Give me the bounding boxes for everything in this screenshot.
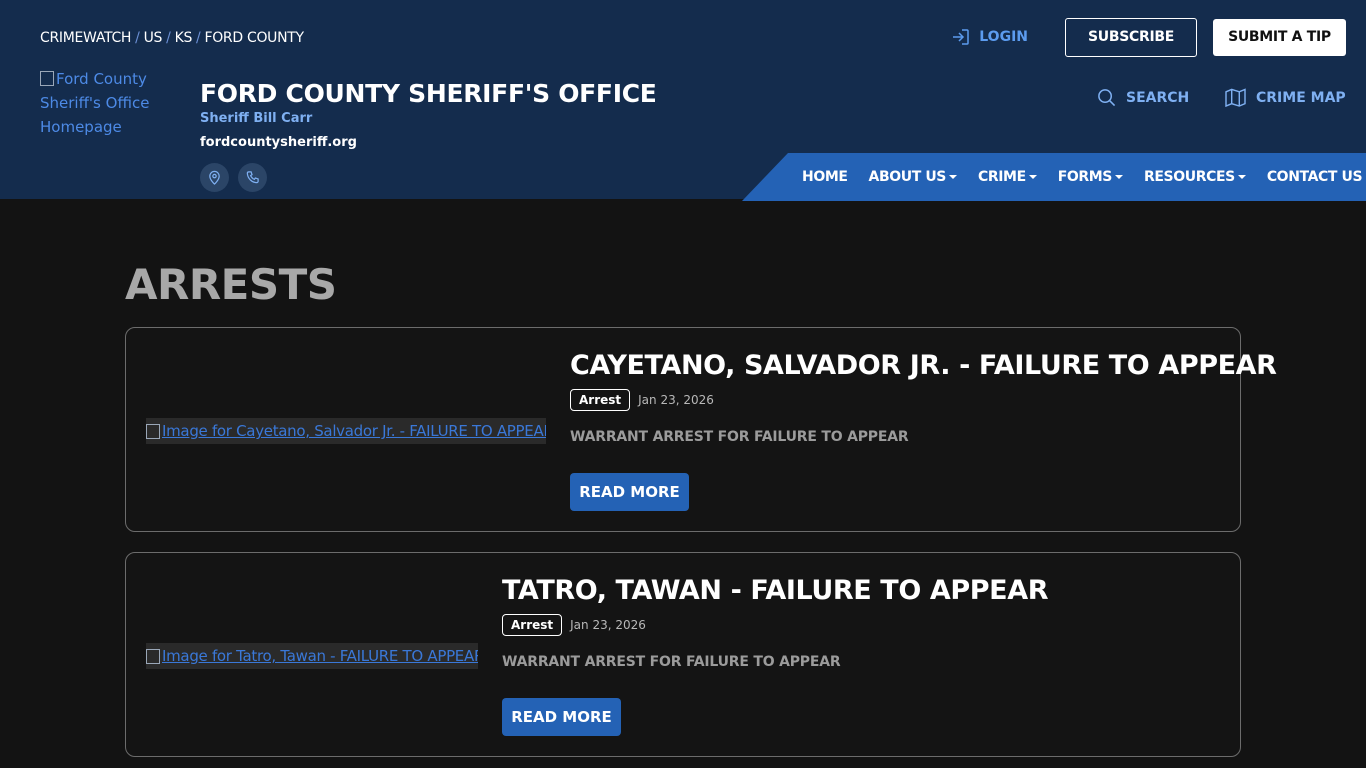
caret-down-icon [1237, 175, 1246, 179]
nav-home[interactable]: HOME [802, 169, 848, 185]
arrest-description: WARRANT ARREST FOR FAILURE TO APPEAR [570, 429, 909, 445]
nav-forms[interactable]: FORMS [1058, 169, 1123, 185]
caret-down-icon [1115, 175, 1123, 179]
page-title: ARRESTS [125, 260, 337, 309]
broken-image-icon [40, 71, 54, 86]
breadcrumb-crimewatch[interactable]: CRIMEWATCH [40, 30, 131, 46]
arrest-image-link[interactable]: Image for Cayetano, Salvador Jr. - FAILU… [146, 418, 546, 444]
read-more-button[interactable]: READ MORE [502, 698, 621, 736]
breadcrumb-separator: / [196, 30, 201, 46]
nav-crime[interactable]: CRIME [978, 169, 1037, 185]
subscribe-button[interactable]: SUBSCRIBE [1065, 17, 1197, 57]
arrest-card: Image for Tatro, Tawan - FAILURE TO APPE… [125, 552, 1241, 757]
sheriff-name: Sheriff Bill Carr [200, 111, 313, 126]
nav-about-us-label: ABOUT US [868, 169, 947, 185]
arrest-description: WARRANT ARREST FOR FAILURE TO APPEAR [502, 654, 841, 670]
crime-map-link[interactable]: CRIME MAP [1225, 88, 1346, 107]
caret-down-icon [1028, 175, 1037, 179]
arrest-image-alt: Image for Cayetano, Salvador Jr. - FAILU… [162, 422, 546, 440]
search-icon [1098, 89, 1116, 107]
nav-crime-label: CRIME [977, 169, 1026, 185]
arrest-image-alt: Image for Tatro, Tawan - FAILURE TO APPE… [162, 647, 478, 665]
nav-home-label: HOME [802, 169, 848, 185]
location-button[interactable] [200, 163, 229, 192]
arrest-badge: Arrest [502, 614, 563, 636]
broken-image-icon [146, 648, 160, 664]
arrest-badge: Arrest [570, 389, 631, 411]
map-pin-icon [209, 170, 220, 185]
logo-link[interactable]: Ford County Sheriff's Office Homepage [40, 67, 165, 139]
phone-button[interactable] [238, 163, 267, 192]
phone-icon [246, 171, 259, 184]
breadcrumb-us[interactable]: US [144, 30, 163, 46]
breadcrumb-ks[interactable]: KS [175, 30, 193, 46]
arrest-meta: Arrest Jan 23, 2026 [502, 614, 646, 636]
nav-resources-label: RESOURCES [1144, 169, 1235, 185]
arrest-image-link[interactable]: Image for Tatro, Tawan - FAILURE TO APPE… [146, 643, 478, 669]
read-more-button[interactable]: READ MORE [570, 473, 689, 511]
arrest-meta: Arrest Jan 23, 2026 [570, 389, 714, 411]
caret-down-icon [948, 175, 957, 179]
crime-map-label: CRIME MAP [1256, 89, 1346, 106]
arrest-title[interactable]: CAYETANO, SALVADOR JR. - FAILURE TO APPE… [570, 350, 1277, 381]
breadcrumb: CRIMEWATCH / US / KS / FORD COUNTY [40, 30, 304, 46]
nav-resources[interactable]: RESOURCES [1144, 169, 1246, 185]
login-icon [953, 29, 969, 45]
login-link[interactable]: LOGIN [951, 27, 1028, 47]
search-label: SEARCH [1126, 89, 1190, 106]
map-icon [1225, 88, 1246, 107]
arrest-date: Jan 23, 2026 [570, 618, 646, 632]
site-title: FORD COUNTY SHERIFF'S OFFICE [200, 79, 657, 108]
arrest-card: Image for Cayetano, Salvador Jr. - FAILU… [125, 327, 1277, 532]
arrest-title[interactable]: TATRO, TAWAN - FAILURE TO APPEAR [502, 575, 1048, 606]
site-url: fordcountysheriff.org [200, 135, 357, 150]
logo-alt-text: Ford County Sheriff's Office Homepage [40, 70, 150, 136]
breadcrumb-ford-county[interactable]: FORD COUNTY [204, 30, 304, 46]
broken-image-icon [146, 423, 160, 439]
login-label: LOGIN [979, 29, 1028, 45]
breadcrumb-separator: / [166, 30, 171, 46]
nav-contact-us[interactable]: CONTACT US [1266, 169, 1363, 185]
main-nav: HOME ABOUT US CRIME FORMS RESOURCES CONT… [742, 153, 1366, 201]
nav-about-us[interactable]: ABOUT US [869, 169, 957, 185]
search-link[interactable]: SEARCH [1097, 88, 1189, 107]
breadcrumb-separator: / [135, 30, 140, 46]
nav-forms-label: FORMS [1057, 169, 1113, 185]
top-actions: LOGIN SUBSCRIBE SUBMIT A TIP [951, 17, 1346, 57]
nav-contact-us-label: CONTACT US [1266, 169, 1363, 185]
site-header: CRIMEWATCH / US / KS / FORD COUNTY LOGIN SUBSC… [0, 0, 1366, 201]
arrest-date: Jan 23, 2026 [638, 393, 714, 407]
submit-tip-button[interactable]: SUBMIT A TIP [1213, 18, 1346, 56]
